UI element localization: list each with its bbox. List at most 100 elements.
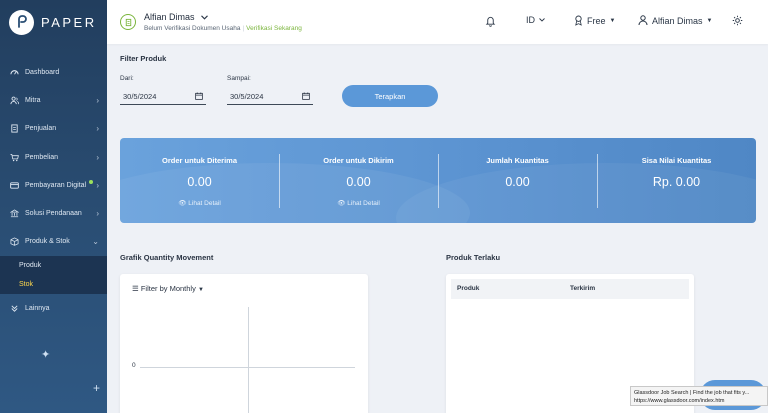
notification-bell-icon[interactable] xyxy=(485,15,496,27)
apply-button[interactable]: Terapkan xyxy=(342,85,438,107)
calendar-icon[interactable] xyxy=(195,92,203,100)
view-detail-label: Lihat Detail xyxy=(347,200,380,207)
to-date-value: 30/5/2024 xyxy=(230,91,264,101)
best-products-title: Produk Terlaku xyxy=(446,253,501,262)
chevrons-down-icon xyxy=(10,304,19,313)
summary-label: Order untuk Dikirim xyxy=(323,156,394,165)
sidebar-item-pembayaran-digital[interactable]: Pembayaran Digital › xyxy=(0,171,107,199)
verify-now-link[interactable]: Verifikasi Sekarang xyxy=(246,25,302,32)
cart-icon xyxy=(10,153,19,162)
users-icon xyxy=(10,96,19,105)
brand-name: PAPER xyxy=(41,14,97,30)
verification-separator: | xyxy=(242,25,245,32)
view-detail-label: Lihat Detail xyxy=(188,200,221,207)
tooltip-title: Glassdoor Job Search | Find the job that… xyxy=(634,390,750,396)
sidebar-subitem-stok[interactable]: Stok xyxy=(0,275,107,294)
account-name: Alfian Dimas xyxy=(652,15,703,26)
best-products-table-header: Produk Terkirim xyxy=(451,279,689,299)
sidebar-item-lainnya[interactable]: Lainnya xyxy=(0,294,107,322)
settings-gear-icon[interactable] xyxy=(732,15,743,26)
caret-down-icon: ▼ xyxy=(609,17,616,24)
eye-icon: 👁 xyxy=(178,200,187,207)
summary-value: 0.00 xyxy=(187,175,212,189)
sidebar-item-pembelian[interactable]: Pembelian › xyxy=(0,143,107,171)
chevron-down-icon[interactable] xyxy=(200,14,208,20)
chart-title: Grafik Quantity Movement xyxy=(120,253,214,262)
summary-value: 0.00 xyxy=(505,175,530,189)
summary-value: Rp. 0.00 xyxy=(652,175,701,189)
summary-remaining-value: Sisa Nilai Kuantitas Rp. 0.00 xyxy=(597,138,756,223)
sidebar-item-penjualan[interactable]: Penjualan › xyxy=(0,115,107,143)
caret-down-icon: ▼ xyxy=(706,17,713,24)
column-header-terkirim: Terkirim xyxy=(570,285,596,292)
from-date-value: 30/5/2024 xyxy=(123,91,157,101)
sidebar-item-produk-stok[interactable]: Produk & Stok ⌄ xyxy=(0,228,107,256)
card-icon xyxy=(10,181,19,190)
summary-orders-to-receive: Order untuk Diterima 0.00 👁 Lihat Detail xyxy=(120,138,279,223)
document-icon xyxy=(10,124,19,133)
view-detail-link[interactable]: 👁 Lihat Detail xyxy=(279,199,438,207)
link-tooltip: Glassdoor Job Search | Find the job that… xyxy=(630,386,768,406)
chevron-right-icon: › xyxy=(96,180,99,190)
to-label: Sampai: xyxy=(227,75,251,82)
chart-zero-line xyxy=(140,367,355,368)
chevron-down-icon: ⌄ xyxy=(92,237,99,247)
filter-title: Filter Produk xyxy=(120,54,167,63)
plan-value: Free xyxy=(587,15,606,26)
from-label: Dari: xyxy=(120,75,134,82)
caret-down-icon: ▼ xyxy=(197,287,204,293)
summary-label: Sisa Nilai Kuantitas xyxy=(641,156,712,165)
logo-icon xyxy=(9,9,34,35)
chevron-right-icon: › xyxy=(96,209,99,219)
tooltip-url: https://www.glassdoor.com/index.htm xyxy=(634,398,725,404)
sidebar-item-label: Solusi Pendanaan xyxy=(25,210,82,218)
summary-value: 0.00 xyxy=(346,175,371,189)
account-menu[interactable]: Alfian Dimas ▼ xyxy=(638,15,712,26)
quantity-movement-card: ☰ Filter by Monthly ▼ 0 xyxy=(120,274,368,413)
bank-icon xyxy=(10,209,19,218)
chevron-down-icon xyxy=(539,18,545,22)
sidebar-subitem-produk[interactable]: Produk xyxy=(0,256,107,275)
to-date-input[interactable]: 30/5/2024 xyxy=(227,88,313,105)
summary-orders-to-ship: Order untuk Dikirim 0.00 👁 Lihat Detail xyxy=(279,138,438,223)
sidebar-submenu: Produk Stok xyxy=(0,256,107,295)
sidebar-nav: Dashboard Mitra › Penjualan › Pembelian … xyxy=(0,58,107,322)
summary-label: Order untuk Diterima xyxy=(161,156,237,165)
calendar-icon[interactable] xyxy=(302,92,310,100)
summary-label: Jumlah Kuantitas xyxy=(486,156,549,165)
sidebar-item-solusi-pendanaan[interactable]: Solusi Pendanaan › xyxy=(0,199,107,227)
plan-selector[interactable]: Free ▼ xyxy=(574,15,615,26)
verification-status: Belum Verifikasi Dokumen Usaha | Verifikas… xyxy=(144,25,302,32)
verification-badge-icon xyxy=(120,14,136,30)
speedometer-icon xyxy=(10,68,19,77)
sidebar-item-label: Pembelian xyxy=(25,153,59,161)
sidebar-item-dashboard[interactable]: Dashboard xyxy=(0,58,107,86)
column-header-produk: Produk xyxy=(457,285,480,292)
sidebar-item-label: Dashboard xyxy=(25,68,60,76)
sidebar: PAPER Dashboard Mitra › Penjualan › Pemb… xyxy=(0,0,107,413)
language-value: ID xyxy=(526,15,535,25)
eye-icon: 👁 xyxy=(337,200,346,207)
summary-quantity-total: Jumlah Kuantitas 0.00 xyxy=(438,138,597,223)
medal-icon xyxy=(575,15,582,26)
main-content: Filter Produk Dari: 30/5/2024 Sampai: 30… xyxy=(107,44,768,413)
box-icon xyxy=(10,237,19,247)
sparkle-icon: ✦ xyxy=(41,349,51,361)
user-icon xyxy=(638,15,648,26)
from-date-input[interactable]: 30/5/2024 xyxy=(120,88,206,105)
user-identity: Alfian Dimas Belum Verifikasi Dokumen Us… xyxy=(107,12,302,32)
chevron-right-icon: › xyxy=(96,124,99,134)
notification-dot xyxy=(89,180,94,185)
sidebar-item-mitra[interactable]: Mitra › xyxy=(0,86,107,114)
summary-banner: Order untuk Diterima 0.00 👁 Lihat Detail… xyxy=(120,138,756,223)
verification-text: Belum Verifikasi Dokumen Usaha xyxy=(144,25,241,32)
chevron-right-icon: › xyxy=(96,152,99,162)
chart-y-tick: 0 xyxy=(132,362,136,369)
sidebar-item-label: Produk & Stok xyxy=(25,238,70,246)
filter-monthly-dropdown[interactable]: ☰ Filter by Monthly ▼ xyxy=(132,284,204,293)
brand-logo[interactable]: PAPER xyxy=(0,0,107,44)
language-selector[interactable]: ID xyxy=(526,15,545,25)
view-detail-link[interactable]: 👁 Lihat Detail xyxy=(120,199,279,207)
sidebar-item-label: Penjualan xyxy=(25,125,57,133)
sidebar-item-label: Pembayaran Digital xyxy=(25,181,87,189)
